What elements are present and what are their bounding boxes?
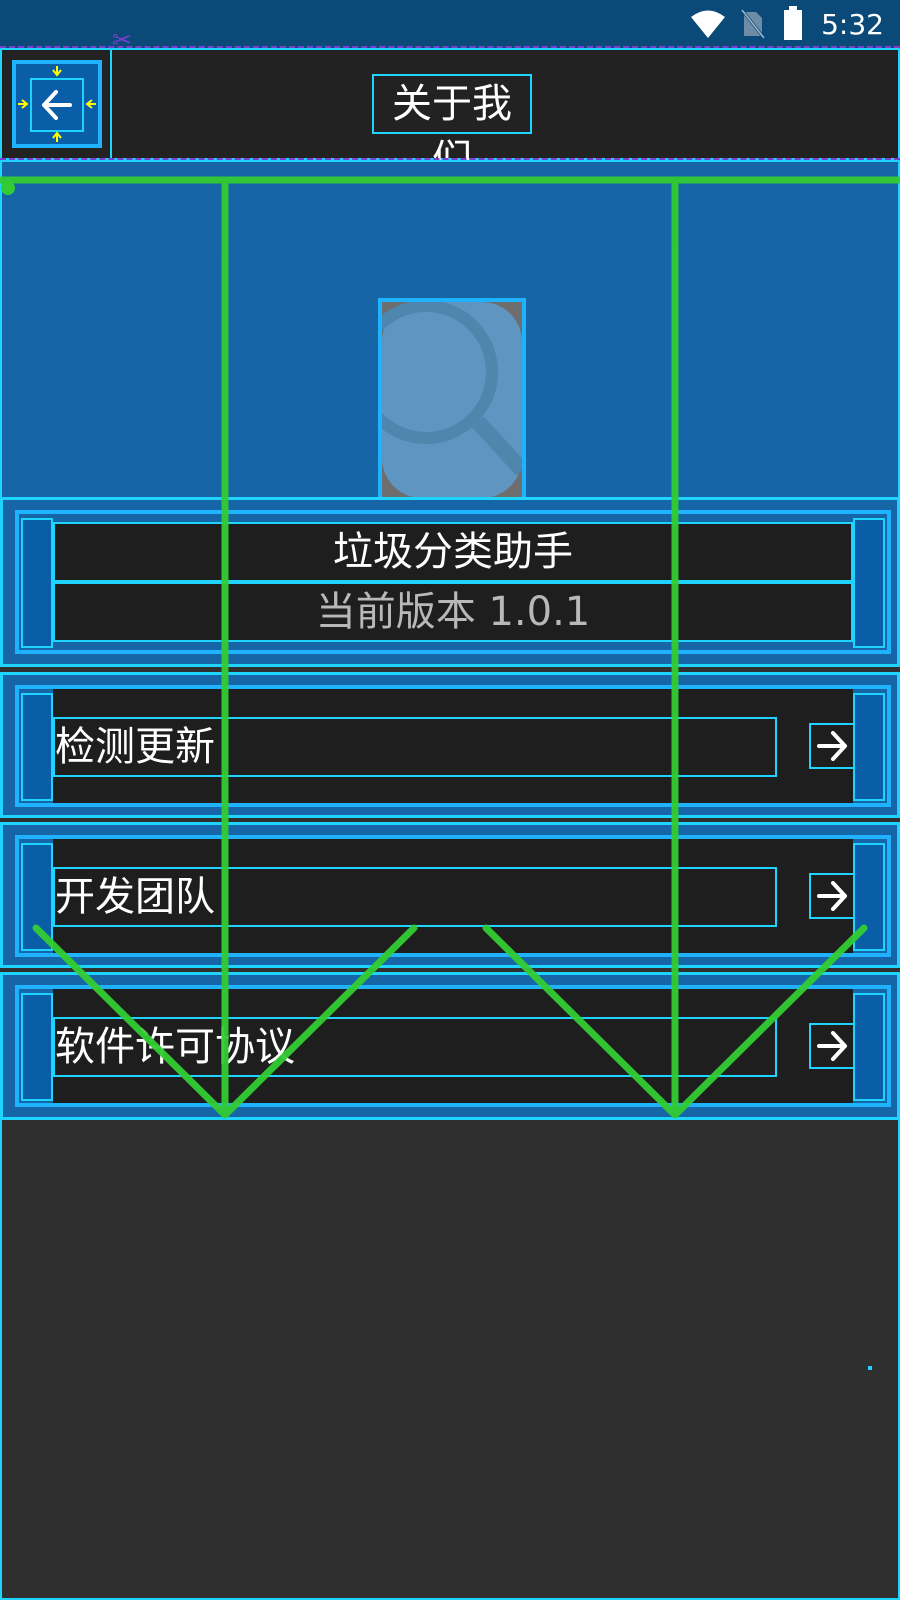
- menu-item-inner: 检测更新: [15, 685, 891, 807]
- menu-label-box: 软件许可协议: [53, 1017, 777, 1077]
- menu-label: 检测更新: [55, 724, 215, 770]
- battery-icon: [784, 6, 802, 40]
- menu-item-check-update[interactable]: 检测更新: [0, 672, 900, 818]
- status-bar: 5:32: [0, 0, 900, 48]
- page-title: 关于我们: [372, 74, 532, 183]
- menu-item-inner: 软件许可协议: [15, 985, 891, 1107]
- magnifier-icon: [382, 302, 522, 498]
- side-margin: [21, 993, 53, 1101]
- app-toolbar: 关于我们: [0, 48, 900, 183]
- app-info-inner: 垃圾分类助手 当前版本 1.0.1: [15, 510, 891, 654]
- version-text: 当前版本 1.0.1: [315, 589, 591, 635]
- empty-content-area: [0, 1120, 900, 1600]
- menu-label-box: 开发团队: [53, 867, 777, 927]
- side-margin: [21, 693, 53, 801]
- side-margin: [853, 843, 885, 951]
- arrow-right-icon: [809, 873, 855, 919]
- menu-item-inner: 开发团队: [15, 835, 891, 957]
- toolbar-divider: [110, 50, 112, 158]
- app-name: 垃圾分类助手: [333, 529, 573, 575]
- back-button[interactable]: [12, 60, 102, 148]
- wifi-icon: [691, 10, 725, 38]
- app-name-row: 垃圾分类助手: [53, 522, 853, 582]
- arrow-right-icon: [809, 1023, 855, 1069]
- app-header-panel: [0, 160, 900, 502]
- status-time: 5:32: [821, 8, 884, 41]
- menu-label-box: 检测更新: [53, 717, 777, 777]
- menu-item-dev-team[interactable]: 开发团队: [0, 822, 900, 968]
- menu-label: 软件许可协议: [55, 1024, 295, 1070]
- app-logo: [378, 298, 526, 502]
- menu-item-license[interactable]: 软件许可协议: [0, 972, 900, 1120]
- side-margin: [21, 843, 53, 951]
- side-margin: [21, 518, 53, 648]
- dot-marker: [868, 1366, 872, 1370]
- app-info-card: 垃圾分类助手 当前版本 1.0.1: [0, 497, 900, 667]
- arrow-right-icon: [809, 723, 855, 769]
- side-margin: [853, 518, 885, 648]
- version-row: 当前版本 1.0.1: [53, 582, 853, 642]
- side-margin: [853, 993, 885, 1101]
- menu-label: 开发团队: [55, 874, 215, 920]
- resize-handles-icon: [18, 66, 96, 142]
- side-margin: [853, 693, 885, 801]
- no-sim-icon: [740, 9, 766, 39]
